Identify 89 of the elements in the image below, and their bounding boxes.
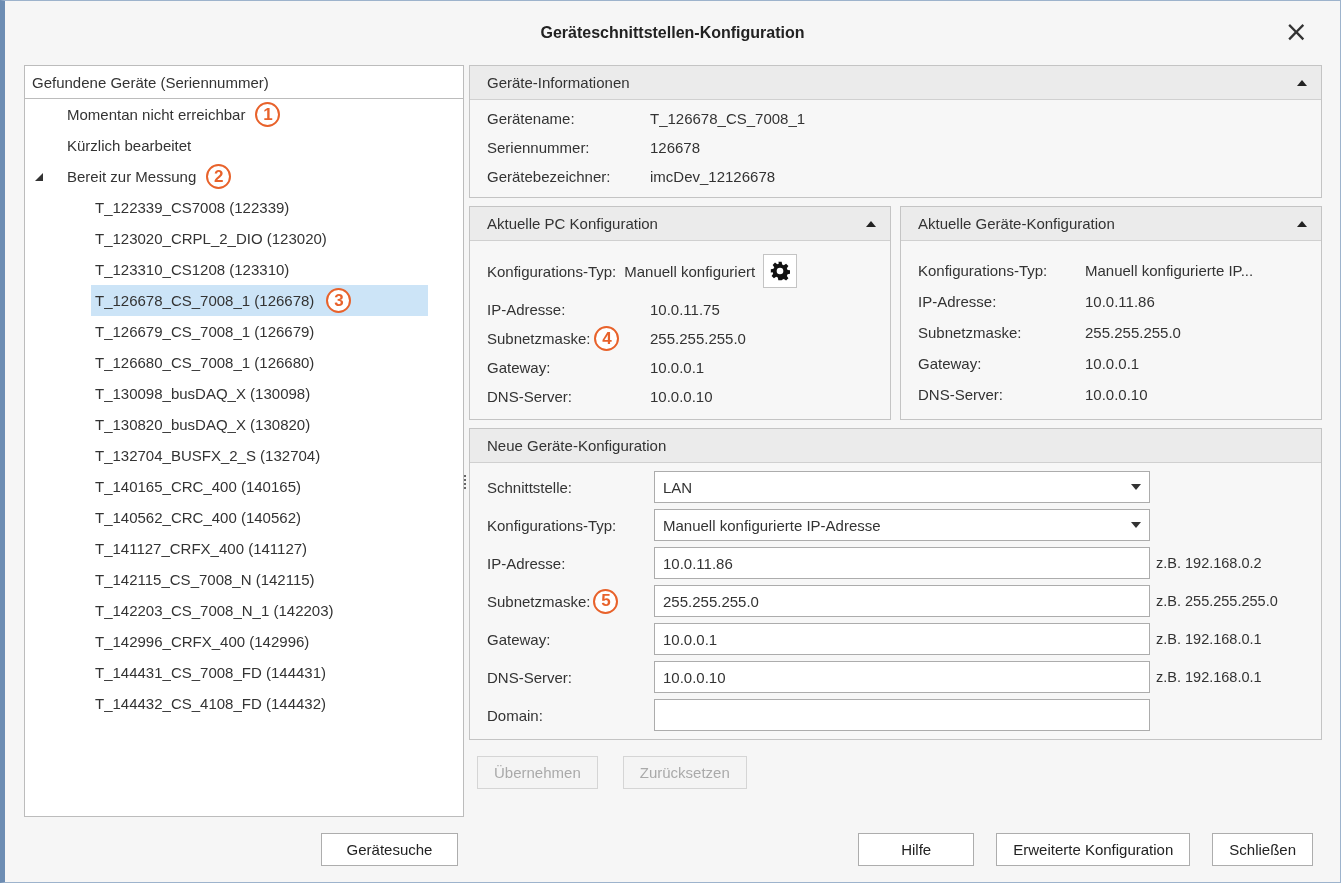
input-field[interactable]: 255.255.255.0 <box>654 585 1150 617</box>
tree-item[interactable]: T_142203_CS_7008_N_1 (142203) <box>91 595 428 626</box>
field-value: 10.0.11.75 <box>650 301 720 318</box>
tree-item[interactable]: T_144432_CS_4108_FD (144432) <box>91 688 428 719</box>
tree-item[interactable]: T_126679_CS_7008_1 (126679) <box>91 316 428 347</box>
field-label: Seriennummer: <box>487 138 591 158</box>
field-label: Gateway: <box>487 359 551 376</box>
panel-title: Aktuelle PC Konfiguration <box>487 215 658 232</box>
field-label: IP-Adresse: <box>487 301 566 318</box>
tree-item[interactable]: Bereit zur Messung <box>63 165 201 188</box>
field-label: DNS-Server: <box>487 668 572 686</box>
field-label: DNS-Server: <box>918 386 1004 403</box>
annotation-badge: 2 <box>206 164 232 189</box>
field-value: 255.255.255.0 <box>650 330 746 347</box>
input-field[interactable]: 10.0.0.1 <box>654 623 1150 655</box>
field-value: T_126678_CS_7008_1 <box>650 109 807 129</box>
tree-item[interactable]: T_140562_CRC_400 (140562) <box>91 502 428 533</box>
tree-item[interactable]: T_122339_CS7008 (122339) <box>91 192 428 223</box>
field-label: Schnittstelle: <box>487 478 573 496</box>
field-value: 255.255.255.0 <box>1085 324 1181 341</box>
tree-header: Gefundene Geräte (Seriennummer) <box>32 73 269 91</box>
field-value: 10.0.0.1 <box>650 359 705 376</box>
dialog-button[interactable]: Erweiterte Konfiguration <box>996 833 1191 866</box>
field-value: 10.0.0.10 <box>1085 386 1148 403</box>
field-label: Gateway: <box>487 630 551 648</box>
field-value: 10.0.0.10 <box>650 388 713 405</box>
field-label: Subnetzmaske: <box>487 330 591 347</box>
input-field[interactable]: 10.0.11.86 <box>654 547 1150 579</box>
splitter-grip-icon[interactable] <box>464 475 467 489</box>
collapse-caret-icon[interactable] <box>1297 220 1307 227</box>
device-search-button[interactable]: Gerätesuche <box>321 833 458 866</box>
example-hint: z.B. 192.168.0.1 <box>1155 631 1263 647</box>
field-value: 10.0.0.1 <box>1085 355 1140 372</box>
field-value: Manuell konfiguriert <box>624 262 756 280</box>
tree-item[interactable]: T_132704_BUSFX_2_S (132704) <box>91 440 428 471</box>
collapse-caret-icon[interactable] <box>866 220 876 227</box>
close-button[interactable]: × <box>1280 17 1312 47</box>
tree-item[interactable]: T_130098_busDAQ_X (130098) <box>91 378 428 409</box>
dropdown-caret-icon <box>1131 484 1141 490</box>
settings-icon <box>770 259 791 283</box>
field-label: IP-Adresse: <box>487 554 566 572</box>
input-field[interactable]: 10.0.0.10 <box>654 661 1150 693</box>
example-hint: z.B. 192.168.0.1 <box>1155 669 1263 685</box>
field-value: Manuell konfigurierte IP... <box>1085 262 1254 279</box>
tree-item[interactable]: Kürzlich bearbeitet <box>63 134 196 157</box>
input-field[interactable] <box>654 699 1150 731</box>
tree-item[interactable]: T_126678_CS_7008_1 (126678) 3 <box>91 285 428 316</box>
panel-title: Aktuelle Geräte-Konfiguration <box>918 215 1115 232</box>
tree-item[interactable]: T_142996_CRFX_400 (142996) <box>91 626 428 657</box>
field-label: DNS-Server: <box>487 388 572 405</box>
tree-item[interactable]: Momentan nicht erreichbar <box>63 103 250 126</box>
tree-item[interactable]: T_123310_CS1208 (123310) <box>91 254 428 285</box>
panel-title: Neue Geräte-Konfiguration <box>487 437 667 454</box>
tree-item[interactable]: T_123020_CRPL_2_DIO (123020) <box>91 223 428 254</box>
field-label: Domain: <box>487 706 543 724</box>
settings-button[interactable] <box>763 254 798 288</box>
dialog-button[interactable]: Hilfe <box>858 833 975 866</box>
dropdown[interactable]: LAN <box>654 471 1150 503</box>
dropdown-caret-icon <box>1131 522 1141 528</box>
dropdown[interactable]: Manuell konfigurierte IP-Adresse <box>654 509 1150 541</box>
tree-item[interactable]: T_130820_busDAQ_X (130820) <box>91 409 428 440</box>
example-hint: z.B. 255.255.255.0 <box>1155 593 1279 609</box>
tree-item[interactable]: T_142115_CS_7008_N (142115) <box>91 564 428 595</box>
annotation-badge: 3 <box>326 288 352 313</box>
field-label: IP-Adresse: <box>918 293 998 310</box>
example-hint: z.B. 192.168.0.2 <box>1155 555 1263 571</box>
tree-item[interactable]: T_140165_CRC_400 (140165) <box>91 471 428 502</box>
panel-title: Geräte-Informationen <box>487 74 630 91</box>
field-value: 126678 <box>650 138 702 158</box>
field-label: Konfigurations-Typ: <box>487 516 617 534</box>
annotation-badge: 5 <box>593 588 619 614</box>
field-label: Konfigurations-Typ: <box>918 262 1049 279</box>
field-value: 10.0.11.86 <box>1085 293 1155 310</box>
field-label: Gerätebezeichner: <box>487 167 612 187</box>
annotation-badge: 4 <box>594 326 620 351</box>
dialog-button[interactable]: Schließen <box>1212 833 1313 866</box>
field-label: Konfigurations-Typ: <box>487 262 617 280</box>
field-label: Gateway: <box>918 355 983 372</box>
tree-item[interactable]: T_141127_CRFX_400 (141127) <box>91 533 428 564</box>
expanded-arrow-icon[interactable] <box>35 172 43 181</box>
tree-item[interactable]: T_126680_CS_7008_1 (126680) <box>91 347 428 378</box>
tree-item[interactable]: T_144431_CS_7008_FD (144431) <box>91 657 428 688</box>
field-label: Gerätename: <box>487 109 576 129</box>
annotation-badge: 1 <box>255 102 281 127</box>
collapse-caret-icon[interactable] <box>1297 79 1307 86</box>
field-value: imcDev_12126678 <box>650 167 777 187</box>
window-title: Geräteschnittstellen-Konfiguration <box>540 24 805 42</box>
field-label: Subnetzmaske: <box>918 324 1023 341</box>
field-label: Subnetzmaske: <box>487 592 591 610</box>
